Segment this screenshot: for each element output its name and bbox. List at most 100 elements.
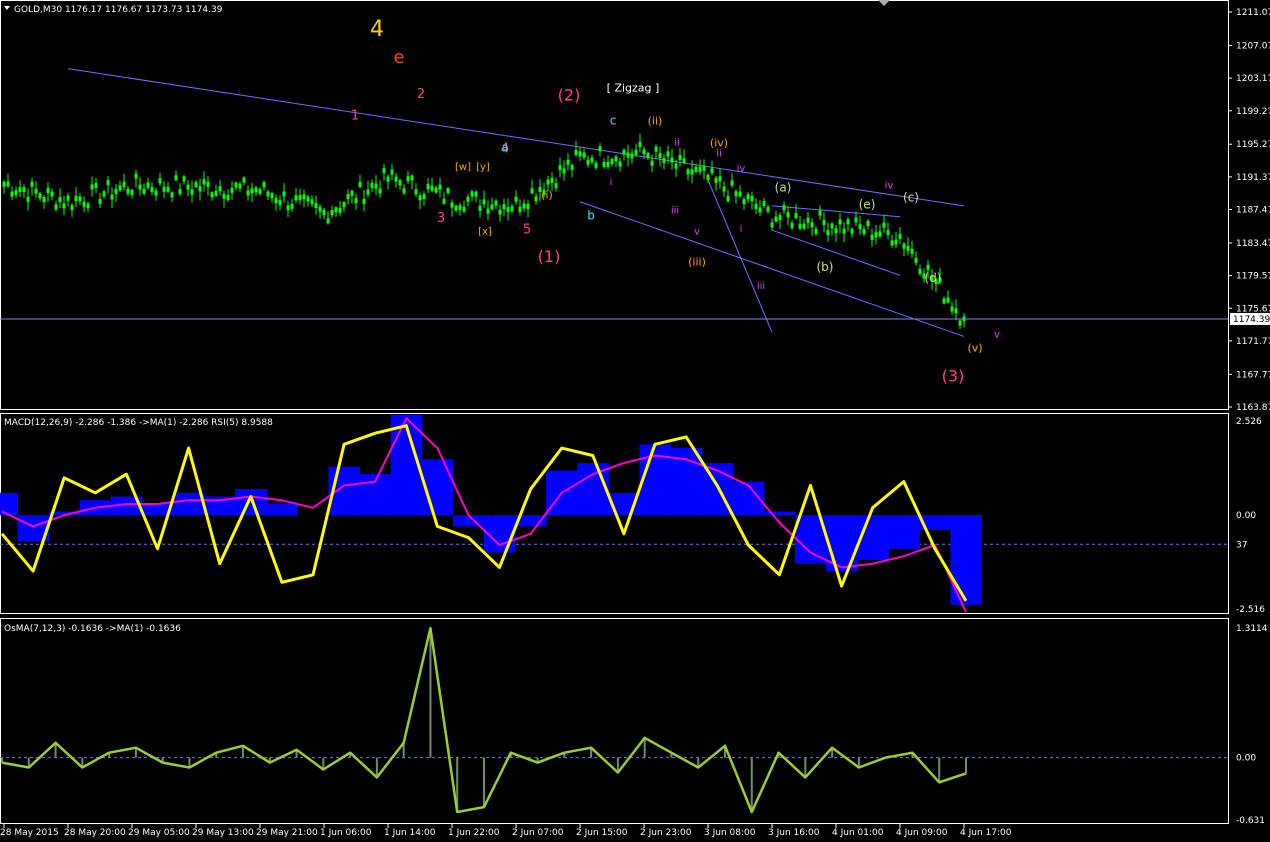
osma-pane-frame: [0, 618, 1229, 824]
time-tick-label: 1 Jun 14:00: [384, 828, 436, 838]
price-candle-body: [858, 224, 862, 230]
price-candle-body: [670, 157, 674, 163]
mt4-chart-window[interactable]: GOLD,M30 1176.17 1176.67 1173.73 1174.39…: [0, 0, 1270, 842]
price-tick-label: 1179.57: [1236, 272, 1270, 282]
price-candle-body: [834, 228, 838, 234]
price-candle-body: [482, 199, 486, 205]
wave-label: 2: [417, 87, 425, 102]
price-candle-body: [270, 193, 274, 199]
price-candle-body: [386, 176, 390, 182]
price-candle-body: [626, 152, 630, 158]
price-candle-body: [942, 298, 946, 304]
price-candle-body: [622, 149, 626, 155]
price-tick-label: 1195.27: [1236, 140, 1270, 150]
price-candle-body: [18, 187, 22, 193]
price-candle-body: [314, 203, 318, 209]
price-candle-body: [826, 230, 830, 236]
time-tick-label: 3 Jun 08:00: [704, 828, 756, 838]
price-candle-body: [322, 209, 326, 215]
price-candle-body: [242, 177, 246, 183]
price-candle-body: [702, 165, 706, 171]
price-tick-label: 1203.17: [1236, 74, 1270, 84]
price-candle-body: [822, 219, 826, 225]
price-candle-body: [638, 142, 642, 148]
price-candle-body: [30, 181, 34, 187]
price-candle-body: [306, 196, 310, 202]
price-candle-body: [102, 191, 106, 197]
wave-label: [y]: [476, 162, 490, 173]
price-candle-body: [154, 190, 158, 196]
price-candle-body: [66, 195, 70, 201]
price-candle-body: [782, 205, 786, 211]
wave-label: (e): [859, 197, 876, 211]
macd-tick-label: 2.526: [1236, 417, 1262, 427]
price-candle-body: [630, 153, 634, 159]
price-candle-body: [490, 204, 494, 210]
price-candle-body: [786, 212, 790, 218]
time-tick-label: 29 May 13:00: [192, 828, 254, 838]
wave-label: (iii): [688, 255, 706, 268]
wave-label: iii: [757, 281, 765, 292]
price-candle-body: [774, 216, 778, 222]
time-tick-label: 28 May 20:00: [64, 828, 126, 838]
wave-label: [ Zigzag ]: [607, 81, 660, 94]
macd-histogram-bar: [950, 515, 983, 605]
price-candle-body: [2, 181, 6, 187]
price-candle-body: [706, 174, 710, 180]
osma-header-label: OsMA(7,12,3) -0.1636 ->MA(1) -0.1636: [4, 624, 181, 634]
price-candle-body: [870, 234, 874, 240]
price-candle-body: [194, 182, 198, 188]
price-candle-body: [342, 202, 346, 208]
price-candle-body: [754, 203, 758, 209]
time-tick-label: 29 May 21:00: [256, 828, 318, 838]
price-candle-body: [894, 239, 898, 245]
wave-label: i: [740, 224, 743, 235]
price-candle-body: [462, 206, 466, 212]
price-candle-body: [94, 182, 98, 188]
price-tick-label: 1163.87: [1236, 403, 1270, 413]
price-candle-body: [882, 222, 886, 228]
price-candle-body: [42, 196, 46, 202]
price-candle-body: [150, 186, 154, 192]
price-candle-body: [6, 181, 10, 187]
price-candle-body: [406, 176, 410, 182]
price-tick-label: 1171.77: [1236, 337, 1270, 347]
wave-label: (3): [942, 367, 965, 386]
price-candle-body: [258, 188, 262, 194]
price-candle-body: [218, 186, 222, 192]
wave-label: ii: [674, 138, 680, 149]
price-candle-body: [354, 198, 358, 204]
price-tick-label: 1187.47: [1236, 206, 1270, 216]
price-candle-body: [738, 191, 742, 197]
price-candle-body: [134, 173, 138, 179]
wave-label: (i): [541, 188, 553, 201]
price-candle-body: [190, 189, 194, 195]
dropdown-triangle-icon[interactable]: [4, 6, 10, 10]
price-candle-body: [122, 181, 126, 187]
price-candle-body: [86, 203, 90, 209]
macd-tick-label: 0.00: [1236, 511, 1256, 521]
price-candle-body: [498, 209, 502, 215]
price-candle-body: [890, 240, 894, 246]
price-candle-body: [398, 180, 402, 186]
price-candle-body: [650, 160, 654, 166]
wave-label: (b): [817, 260, 834, 274]
price-candle-body: [70, 205, 74, 211]
price-candle-body: [494, 200, 498, 206]
price-candle-body: [790, 222, 794, 229]
scroll-marker-icon[interactable]: [878, 0, 890, 6]
price-candle-body: [734, 191, 738, 197]
price-candle-body: [874, 232, 878, 238]
price-candle-body: [798, 223, 802, 229]
price-candle-body: [634, 149, 638, 155]
price-candle-body: [390, 169, 394, 175]
price-candle-body: [286, 205, 290, 211]
price-candle-body: [946, 297, 950, 303]
price-candle-body: [146, 182, 150, 188]
price-tick-label: 1191.37: [1236, 173, 1270, 183]
price-pane-frame: [0, 0, 1229, 410]
price-candle-body: [506, 207, 510, 213]
price-candle-body: [502, 204, 506, 210]
price-candle-body: [358, 181, 362, 188]
price-candle-body: [958, 320, 962, 326]
